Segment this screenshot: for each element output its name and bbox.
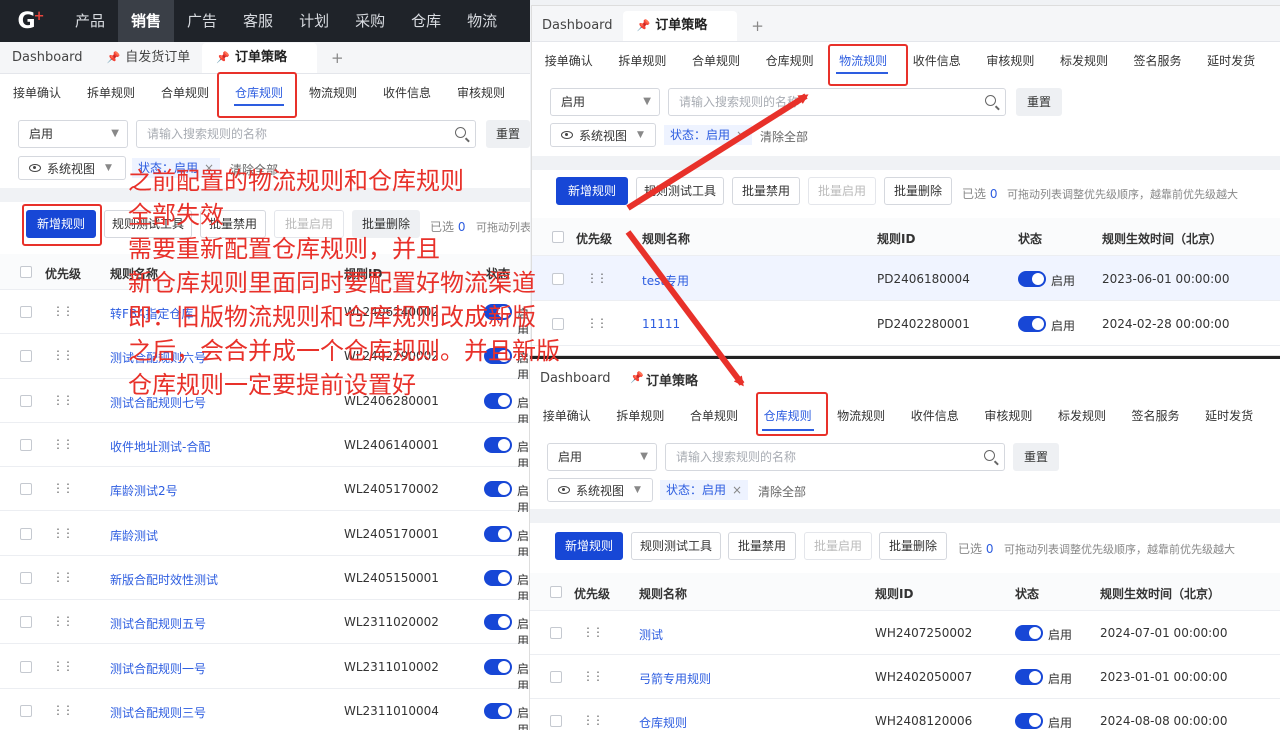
- annotation-line: 需要重新配置仓库规则，并且: [128, 235, 440, 263]
- annotation-text: 之前配置的物流规则和仓库规则 全部失效 需要重新配置仓库规则，并且 新仓库规则里…: [128, 164, 668, 402]
- annotation-line: 全部失效: [128, 201, 224, 229]
- annotation-line: 之前配置的物流规则和仓库规则: [128, 167, 464, 195]
- annotation-line: 即：旧版物流规则和仓库规则改成新版: [128, 303, 536, 331]
- annotation-line: 新仓库规则里面同时要配置好物流渠道: [128, 269, 536, 297]
- annotation-line: 仓库规则一定要提前设置好: [128, 371, 416, 399]
- annotation-line: 之后，会合并成一个仓库规则。并且新版: [128, 337, 560, 365]
